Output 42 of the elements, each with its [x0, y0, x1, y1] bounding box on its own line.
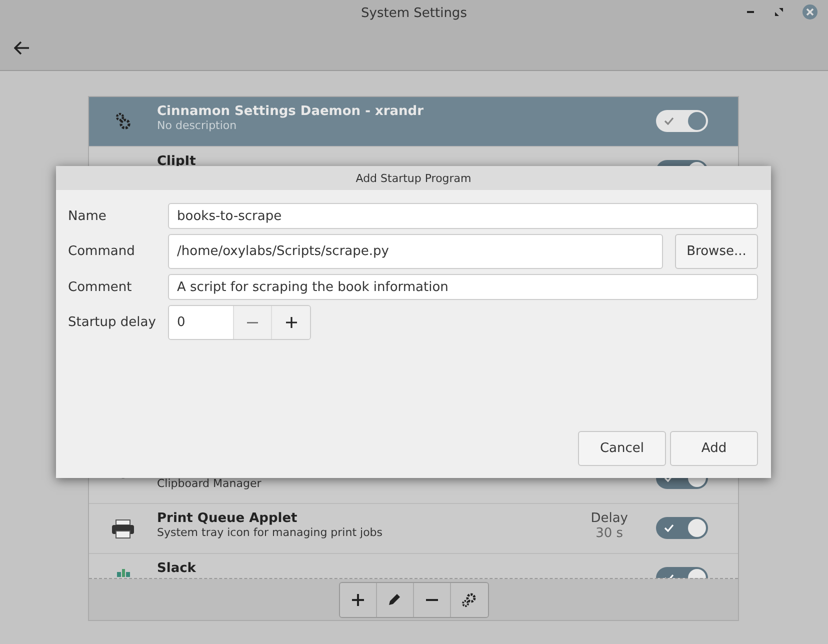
add-button[interactable]	[340, 582, 376, 616]
field-label: Name	[68, 208, 108, 224]
pencil-icon	[388, 593, 401, 606]
gears-icon	[115, 112, 131, 130]
add-button[interactable]: Add	[670, 431, 758, 466]
delay-spin-field[interactable]: 0	[168, 305, 311, 340]
program-description: System tray icon for managing print jobs	[157, 526, 384, 539]
check-icon	[664, 524, 674, 532]
back-arrow-icon[interactable]	[14, 41, 30, 55]
plus-icon	[352, 594, 364, 606]
close-icon[interactable]	[802, 4, 818, 20]
cancel-button[interactable]: Cancel	[578, 431, 666, 466]
settings-button[interactable]	[450, 582, 488, 616]
minus-icon	[247, 322, 258, 324]
startup-row[interactable]: Print Queue Applet System tray icon for managing print jobs Delay 30 s	[89, 504, 738, 554]
toggle-switch[interactable]	[656, 110, 708, 132]
delay-input[interactable]: 0	[169, 306, 234, 339]
dialog-title: Add Startup Program	[356, 172, 472, 184]
browse-button[interactable]: Browse...	[675, 234, 758, 269]
program-description: Clipboard Manager	[157, 477, 262, 490]
check-icon	[664, 117, 674, 125]
program-name: Print Queue Applet	[157, 511, 298, 526]
field-label: Command	[68, 244, 136, 259]
edit-button[interactable]	[376, 582, 414, 616]
plus-icon	[286, 317, 296, 328]
program-name: Slack	[157, 561, 197, 576]
gears-icon	[461, 592, 477, 608]
input-field[interactable]: /home/oxylabs/Scripts/scrape.py	[168, 234, 663, 269]
input-field[interactable]: books-to-scrape	[168, 203, 758, 229]
delay-value: 30 s	[596, 526, 624, 541]
field-label: Comment	[68, 280, 133, 294]
printer-icon	[111, 519, 135, 539]
program-name: Cinnamon Settings Daemon - xrandr	[157, 104, 425, 119]
dots-icon	[115, 569, 131, 577]
window-title: System Settings	[361, 6, 467, 20]
program-name: ClipIt	[157, 154, 197, 169]
field-label: Startup delay	[68, 315, 156, 330]
toggle-switch[interactable]	[656, 517, 708, 539]
input-field[interactable]: A script for scraping the book information	[168, 274, 758, 300]
delay-label: Delay	[590, 511, 628, 526]
program-description: No description	[157, 119, 238, 132]
maximize-icon[interactable]	[774, 7, 784, 17]
